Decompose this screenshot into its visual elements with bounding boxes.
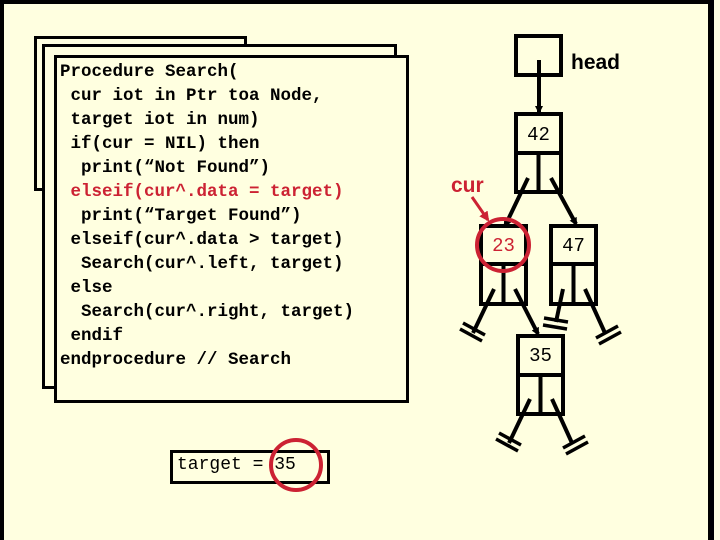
null-pointer-47-left [542,288,569,331]
node-value: 23 [492,235,515,257]
head-label: head [571,51,620,74]
tree-node-35: 35 [516,334,565,416]
cur-label: cur [451,174,484,197]
node-value: 47 [562,235,585,257]
edge-42-47 [549,177,578,226]
tree-diagram: head 42 23 cur 47 35 [269,34,622,492]
null-pointer-23-left [459,288,496,343]
null-pointer-47-right [583,288,622,346]
null-pointer-35-left [495,398,532,453]
tree-node-47: 47 [549,224,598,306]
cur-arrow [470,196,490,222]
null-pointer-35-right [550,398,589,456]
node-value: 35 [529,345,552,367]
target-value-circle [269,438,323,492]
node-value: 42 [527,124,550,146]
